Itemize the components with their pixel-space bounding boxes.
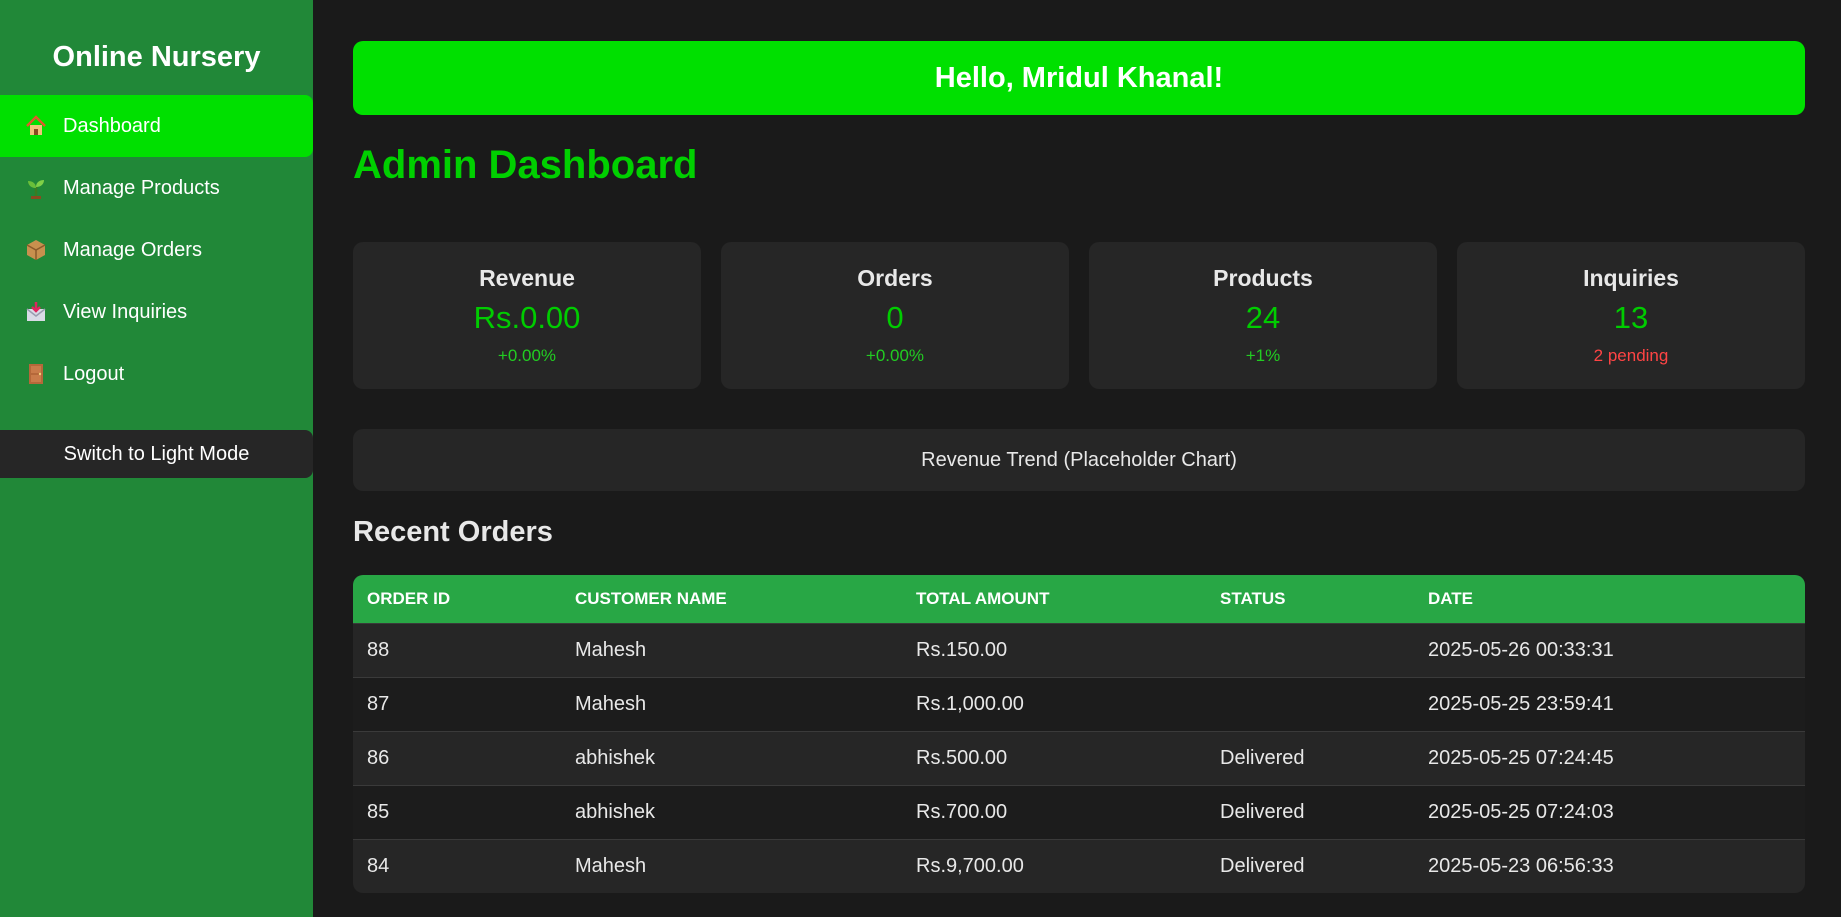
stat-label: Orders: [857, 265, 933, 291]
cell-customer-name: abhishek: [561, 785, 902, 840]
revenue-chart-placeholder: Revenue Trend (Placeholder Chart): [353, 429, 1805, 491]
stat-change: +1%: [1245, 346, 1281, 365]
cell-order-id: 85: [353, 785, 561, 840]
stat-label: Inquiries: [1583, 265, 1679, 291]
main-content: Hello, Mridul Khanal! Admin Dashboard Re…: [353, 0, 1805, 893]
house-icon: [23, 113, 49, 139]
stat-card-revenue: Revenue Rs.0.00 +0.00%: [353, 242, 701, 389]
table-header-row: Order ID Customer Name Total Amount Stat…: [353, 575, 1805, 624]
cell-total-amount: Rs.150.00: [902, 623, 1206, 678]
column-header-status: Status: [1220, 589, 1286, 608]
stat-label: Products: [1213, 265, 1313, 291]
column-header-total-amount: Total Amount: [916, 589, 1050, 608]
cell-total-amount: Rs.1,000.00: [902, 677, 1206, 732]
cell-date: 2025-05-25 07:24:45: [1414, 731, 1805, 786]
greeting-banner: Hello, Mridul Khanal!: [353, 41, 1805, 115]
cell-order-id: 87: [353, 677, 561, 732]
door-icon: [23, 361, 49, 387]
recent-orders-title: Recent Orders: [353, 516, 553, 548]
page-title: Admin Dashboard: [353, 143, 698, 187]
cell-date: 2025-05-25 07:24:03: [1414, 785, 1805, 840]
cell-order-id: 88: [353, 623, 561, 678]
sidebar-item-manage-orders[interactable]: Manage Orders: [0, 219, 313, 281]
stat-card-orders: Orders 0 +0.00%: [721, 242, 1069, 389]
inbox-icon: [23, 299, 49, 325]
cell-date: 2025-05-26 00:33:31: [1414, 623, 1805, 678]
sidebar-item-label: Logout: [63, 362, 125, 385]
stat-label: Revenue: [479, 265, 575, 291]
cell-date: 2025-05-25 23:59:41: [1414, 677, 1805, 732]
cell-total-amount: Rs.500.00: [902, 731, 1206, 786]
sidebar-item-label: Manage Orders: [63, 238, 202, 261]
stat-value: Rs.0.00: [473, 300, 581, 335]
stat-card-inquiries: Inquiries 13 2 pending: [1457, 242, 1805, 389]
column-header-customer-name: Customer Name: [575, 589, 727, 608]
cell-total-amount: Rs.9,700.00: [902, 839, 1206, 893]
stats-row: Revenue Rs.0.00 +0.00% Orders 0 +0.00% P…: [353, 242, 1805, 389]
stat-pending: 2 pending: [1593, 346, 1669, 365]
stat-change: +0.00%: [865, 346, 925, 365]
cell-status: Delivered: [1206, 731, 1414, 786]
sidebar-item-logout[interactable]: Logout: [0, 343, 313, 405]
stat-value: 13: [1613, 300, 1649, 335]
sidebar-item-label: Dashboard: [63, 114, 161, 137]
cell-status: [1206, 677, 1414, 732]
stat-change: +0.00%: [497, 346, 557, 365]
table-row: 87 Mahesh Rs.1,000.00 2025-05-25 23:59:4…: [353, 677, 1805, 732]
theme-toggle-button[interactable]: Switch to Light Mode: [0, 430, 313, 478]
sidebar-item-label: View Inquiries: [63, 300, 188, 323]
cell-customer-name: Mahesh: [561, 677, 902, 732]
column-header-order-id: Order ID: [367, 589, 451, 608]
cell-status: Delivered: [1206, 839, 1414, 893]
brand-title: Online Nursery: [52, 41, 261, 73]
table-row: 88 Mahesh Rs.150.00 2025-05-26 00:33:31: [353, 623, 1805, 678]
column-header-date: Date: [1428, 589, 1474, 608]
sidebar-item-label: Manage Products: [63, 176, 220, 199]
sidebar-item-dashboard[interactable]: Dashboard: [0, 95, 313, 157]
cell-customer-name: Mahesh: [561, 623, 902, 678]
cell-date: 2025-05-23 06:56:33: [1414, 839, 1805, 893]
sidebar-nav: Dashboard Manage Products Manage Orders …: [0, 95, 313, 405]
table-row: 86 abhishek Rs.500.00 Delivered 2025-05-…: [353, 731, 1805, 786]
table-row: 84 Mahesh Rs.9,700.00 Delivered 2025-05-…: [353, 839, 1805, 893]
stat-card-products: Products 24 +1%: [1089, 242, 1437, 389]
table-row: 85 abhishek Rs.700.00 Delivered 2025-05-…: [353, 785, 1805, 840]
seedling-icon: [23, 175, 49, 201]
cell-order-id: 84: [353, 839, 561, 893]
sidebar-item-manage-products[interactable]: Manage Products: [0, 157, 313, 219]
cell-customer-name: abhishek: [561, 731, 902, 786]
recent-orders-table: Order ID Customer Name Total Amount Stat…: [353, 575, 1805, 893]
package-icon: [23, 237, 49, 263]
cell-order-id: 86: [353, 731, 561, 786]
cell-status: Delivered: [1206, 785, 1414, 840]
stat-value: 24: [1245, 300, 1281, 335]
stat-value: 0: [886, 300, 904, 335]
cell-status: [1206, 623, 1414, 678]
sidebar: Online Nursery Dashboard Manage Products…: [0, 0, 313, 917]
sidebar-item-view-inquiries[interactable]: View Inquiries: [0, 281, 313, 343]
cell-customer-name: Mahesh: [561, 839, 902, 893]
cell-total-amount: Rs.700.00: [902, 785, 1206, 840]
